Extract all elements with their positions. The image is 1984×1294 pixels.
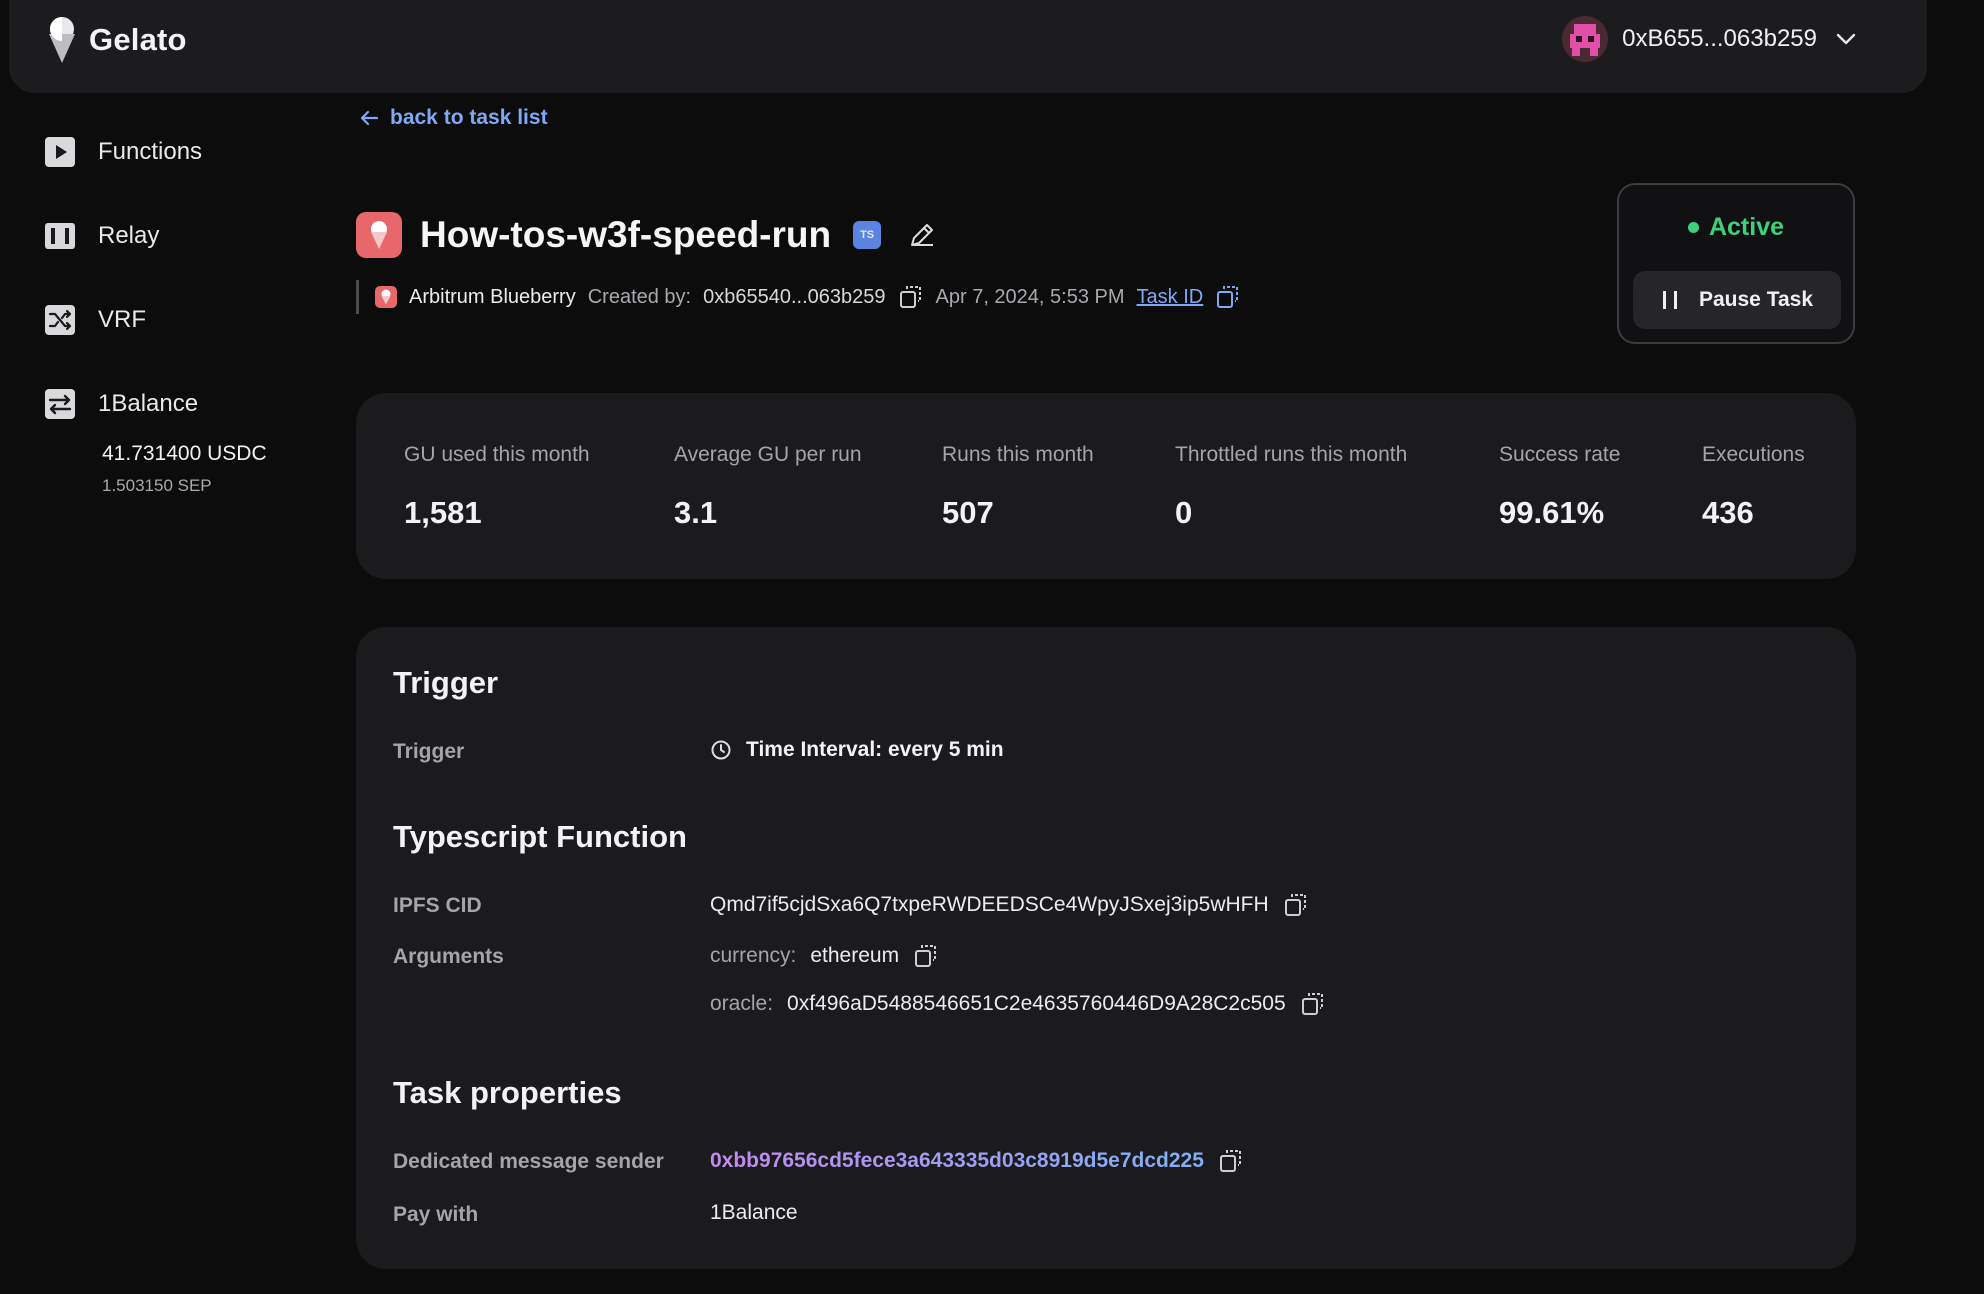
- app-name: Gelato: [89, 22, 187, 57]
- task-meta: Arbitrum Blueberry Created by: 0xb65540.…: [356, 280, 1241, 314]
- created-by-label: Created by:: [587, 285, 692, 308]
- task-details: Trigger Trigger Time Interval: every 5 m…: [356, 627, 1856, 1269]
- transfer-icon: [44, 388, 76, 420]
- copy-icon[interactable]: [913, 943, 939, 969]
- argument-value: ethereum: [810, 944, 900, 967]
- balance-summary: 41.731400 USDC 1.503150 SEP: [102, 442, 267, 496]
- sidebar-item-label: 1Balance: [98, 390, 199, 417]
- pay-with-value: 1Balance: [710, 1201, 798, 1224]
- argument-value: 0xf496aD5488546651C2e4635760446D9A28C2c5…: [787, 992, 1286, 1015]
- chevron-down-icon[interactable]: [1831, 24, 1861, 54]
- stat-label: GU used this month: [404, 443, 590, 466]
- sidebar-item-label: Relay: [98, 222, 160, 249]
- dedicated-sender-value: 0xbb97656cd5fece3a643335d03c8919d5e7dcd2…: [710, 1148, 1244, 1174]
- stat-value: 99.61%: [1499, 495, 1605, 530]
- created-date: Apr 7, 2024, 5:53 PM: [935, 285, 1125, 308]
- ipfs-cid-value: Qmd7if5cjdSxa6Q7txpeRWDEEDSCe4WpyJSxej3i…: [710, 892, 1309, 918]
- argument-key: currency:: [710, 944, 797, 967]
- task-stats: GU used this month 1,581 Average GU per …: [356, 393, 1856, 579]
- back-to-task-list-link[interactable]: back to task list: [358, 106, 548, 130]
- status-dot: [1687, 222, 1699, 233]
- stat-label: Runs this month: [942, 443, 1094, 466]
- properties-section-title: Task properties: [393, 1075, 622, 1110]
- copy-icon[interactable]: [1218, 1148, 1244, 1174]
- gelato-logo[interactable]: Gelato: [45, 16, 187, 64]
- account-menu[interactable]: 0xB655...063b259: [1562, 15, 1861, 63]
- stat-label: Success rate: [1499, 443, 1621, 466]
- stat-value: 1,581: [404, 495, 482, 530]
- play-square-icon: [44, 136, 76, 168]
- trigger-section-title: Trigger: [393, 665, 499, 700]
- top-bar: Gelato 0xB655...063b259: [9, 0, 1927, 93]
- argument-key: oracle:: [710, 992, 774, 1015]
- stat-average-gu: Average GU per run 3.1: [674, 443, 862, 531]
- trigger-label: Trigger: [393, 740, 465, 763]
- argument-oracle: oracle: 0xf496aD5488546651C2e4635760446D…: [710, 991, 1326, 1017]
- stat-value: 436: [1702, 495, 1754, 530]
- copy-icon[interactable]: [1215, 284, 1241, 310]
- status-label: Active: [1708, 213, 1785, 241]
- pencil-icon[interactable]: [907, 220, 937, 250]
- gelato-logo-icon: [49, 17, 75, 63]
- task-title: How-tos-w3f-speed-run: [420, 214, 832, 255]
- shuffle-icon: [44, 304, 76, 336]
- task-status-card: Active Pause Task: [1617, 183, 1855, 344]
- arrow-left-icon: [360, 110, 379, 126]
- task-id-link[interactable]: Task ID: [1137, 286, 1204, 309]
- pause-icon: [1662, 291, 1677, 309]
- dedicated-sender-address[interactable]: 0xbb97656cd5fece3a643335d03c8919d5e7dcd2…: [710, 1149, 1204, 1173]
- stat-value: 3.1: [674, 495, 718, 530]
- dedicated-sender-label: Dedicated message sender: [393, 1150, 664, 1173]
- stat-success-rate: Success rate 99.61%: [1499, 443, 1620, 531]
- chain-name: Arbitrum Blueberry: [409, 285, 576, 308]
- task-logo-icon: [356, 212, 402, 258]
- arguments-label: Arguments: [393, 945, 504, 968]
- argument-currency: currency: ethereum: [710, 943, 939, 969]
- stat-value: 0: [1175, 495, 1193, 530]
- balance-usdc: 41.731400 USDC: [102, 442, 267, 465]
- status-indicator: Active: [1619, 213, 1853, 242]
- copy-icon[interactable]: [1283, 892, 1309, 918]
- balance-sep: 1.503150 SEP: [102, 476, 212, 495]
- copy-icon[interactable]: [1300, 991, 1326, 1017]
- pause-task-label: Pause Task: [1698, 288, 1813, 311]
- creator-address: 0xb65540...063b259: [703, 285, 886, 308]
- pay-with-label: Pay with: [393, 1203, 479, 1226]
- stat-gu-used: GU used this month 1,581: [404, 443, 590, 531]
- stat-throttled-runs: Throttled runs this month 0: [1175, 443, 1407, 531]
- clock-icon: [711, 740, 731, 760]
- stat-runs: Runs this month 507: [942, 443, 1094, 531]
- stat-value: 507: [942, 495, 994, 530]
- sidebar-item-label: Functions: [98, 138, 203, 165]
- stat-label: Executions: [1702, 443, 1805, 466]
- sidebar-item-vrf[interactable]: VRF: [44, 298, 304, 342]
- stat-executions: Executions 436: [1702, 443, 1805, 531]
- relay-icon: [44, 220, 76, 252]
- ipfs-cid-label: IPFS CID: [393, 894, 482, 917]
- stat-label: Average GU per run: [674, 443, 862, 466]
- task-header: How-tos-w3f-speed-run TS: [356, 212, 937, 258]
- copy-icon[interactable]: [898, 284, 924, 310]
- sidebar: Functions Relay VRF 1Balance 41.731400 U…: [44, 130, 304, 495]
- typescript-badge: TS: [853, 221, 882, 249]
- stat-label: Throttled runs this month: [1175, 443, 1408, 466]
- pause-task-button[interactable]: Pause Task: [1633, 271, 1841, 329]
- ipfs-cid: Qmd7if5cjdSxa6Q7txpeRWDEEDSCe4WpyJSxej3i…: [710, 893, 1269, 916]
- trigger-value: Time Interval: every 5 min: [710, 738, 1004, 762]
- sidebar-item-relay[interactable]: Relay: [44, 214, 304, 258]
- avatar: [1562, 16, 1609, 62]
- function-section-title: Typescript Function: [393, 819, 687, 854]
- sidebar-item-1balance[interactable]: 1Balance: [44, 382, 304, 426]
- chain-icon: [375, 286, 397, 308]
- trigger-interval: Time Interval: every 5 min: [746, 738, 1004, 761]
- sidebar-item-label: VRF: [98, 306, 146, 333]
- sidebar-item-functions[interactable]: Functions: [44, 130, 304, 174]
- back-link-label: back to task list: [390, 106, 548, 129]
- account-address: 0xB655...063b259: [1622, 25, 1817, 52]
